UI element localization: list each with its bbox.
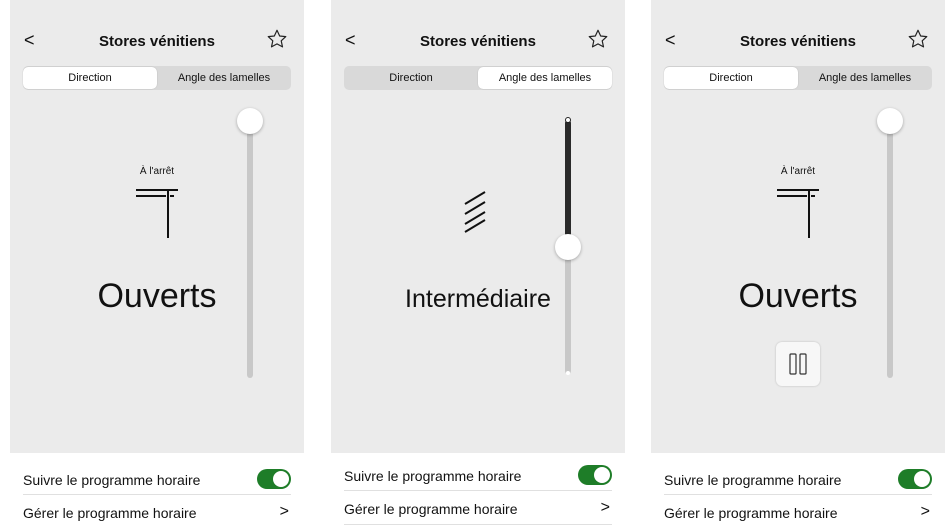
schedule-toggle[interactable] [898, 469, 932, 489]
header: < Stores vénitiens [331, 26, 625, 56]
slider-bottom-endpoint [566, 371, 570, 375]
schedule-manage-row[interactable]: Gérer le programme horaire > [344, 494, 612, 524]
schedule-follow-label: Suivre le programme horaire [23, 472, 201, 488]
schedule-follow-label: Suivre le programme horaire [664, 472, 842, 488]
state-label: Ouverts [97, 277, 217, 315]
page-title: Stores vénitiens [740, 33, 856, 50]
divider [664, 494, 932, 495]
blind-open-icon [133, 186, 181, 240]
slats-tilted-icon [459, 190, 491, 234]
schedule-toggle[interactable] [578, 465, 612, 485]
chevron-right-icon[interactable]: > [921, 503, 930, 521]
divider [344, 524, 612, 525]
position-slider-track[interactable] [247, 120, 253, 378]
schedule-manage-label: Gérer le programme horaire [344, 501, 518, 517]
tab-angle-des-lamelles[interactable]: Angle des lamelles [478, 67, 612, 89]
state-label: Intermédiaire [405, 285, 551, 313]
star-icon[interactable] [907, 28, 929, 52]
screen-slat-angle: < Stores vénitiens Direction Angle des l… [331, 0, 625, 526]
star-icon[interactable] [587, 28, 609, 52]
angle-slider-fill [565, 120, 571, 247]
schedule-toggle[interactable] [257, 469, 291, 489]
chevron-right-icon[interactable]: > [280, 503, 289, 521]
segmented-control: Direction Angle des lamelles [664, 66, 932, 90]
screen-direction-open: < Stores vénitiens Direction Angle des l… [10, 0, 304, 526]
divider [344, 490, 612, 491]
position-slider-thumb[interactable] [237, 108, 263, 134]
slider-top-endpoint [565, 117, 571, 123]
status-text: À l'arrêt [139, 166, 175, 177]
state-label: Ouverts [738, 277, 858, 315]
header: < Stores vénitiens [651, 26, 945, 56]
pause-button[interactable] [776, 342, 820, 386]
page-title: Stores vénitiens [420, 33, 536, 50]
angle-slider-thumb[interactable] [555, 234, 581, 260]
pause-icon [789, 353, 807, 375]
schedule-follow-row: Suivre le programme horaire [23, 465, 291, 495]
schedule-follow-row: Suivre le programme horaire [344, 461, 612, 491]
position-slider-thumb[interactable] [877, 108, 903, 134]
tab-angle-des-lamelles[interactable]: Angle des lamelles [798, 66, 932, 90]
tab-angle-des-lamelles[interactable]: Angle des lamelles [157, 66, 291, 90]
header: < Stores vénitiens [10, 26, 304, 56]
toggle-knob [914, 471, 930, 487]
toggle-knob [273, 471, 289, 487]
tab-direction[interactable]: Direction [664, 67, 798, 89]
tab-direction[interactable]: Direction [23, 67, 157, 89]
blind-open-icon [774, 186, 822, 240]
divider [23, 494, 291, 495]
schedule-manage-label: Gérer le programme horaire [664, 505, 838, 521]
schedule-manage-row[interactable]: Gérer le programme horaire > [664, 498, 932, 528]
schedule-follow-label: Suivre le programme horaire [344, 468, 522, 484]
segmented-control: Direction Angle des lamelles [23, 66, 291, 90]
status-text: À l'arrêt [780, 166, 816, 177]
screen-direction-paused: < Stores vénitiens Direction Angle des l… [651, 0, 945, 526]
segmented-control: Direction Angle des lamelles [344, 66, 612, 90]
position-slider-track[interactable] [887, 120, 893, 378]
schedule-manage-label: Gérer le programme horaire [23, 505, 197, 521]
tab-direction[interactable]: Direction [344, 66, 478, 90]
schedule-manage-row[interactable]: Gérer le programme horaire > [23, 498, 291, 528]
schedule-follow-row: Suivre le programme horaire [664, 465, 932, 495]
toggle-knob [594, 467, 610, 483]
star-icon[interactable] [266, 28, 288, 52]
chevron-right-icon[interactable]: > [601, 499, 610, 517]
page-title: Stores vénitiens [99, 33, 215, 50]
